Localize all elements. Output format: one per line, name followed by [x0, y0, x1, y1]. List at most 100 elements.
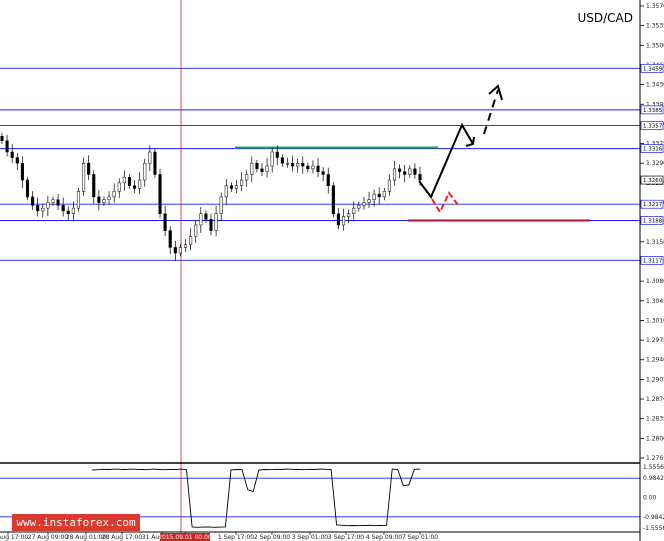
- candle-body: [392, 168, 397, 181]
- candle-body: [321, 171, 325, 175]
- price-tick-label: 1.3045: [646, 298, 664, 305]
- price-chart[interactable]: 1.35701.35351.35001.34651.34301.33951.33…: [0, 0, 664, 541]
- price-tick-label: 1.3430: [646, 82, 664, 89]
- candle-body: [403, 171, 407, 175]
- candle-body: [61, 205, 65, 212]
- candle-body: [46, 202, 50, 209]
- price-tick-label: 1.2870: [646, 396, 664, 403]
- candle-body: [31, 196, 35, 206]
- candle-body: [352, 207, 356, 215]
- time-tick-label: 28 Aug 01:00: [66, 534, 107, 541]
- price-tick-label: 1.3080: [646, 278, 664, 285]
- candle-body: [189, 235, 193, 245]
- candle-body: [372, 193, 376, 200]
- price-tick-label: 1.2835: [646, 416, 664, 423]
- indicator-tick-label: 0.9842: [643, 475, 664, 482]
- candle-body: [316, 165, 320, 172]
- candle-body: [377, 193, 381, 198]
- candle-body: [163, 213, 167, 231]
- candle-body: [92, 174, 96, 198]
- candle-body: [413, 168, 417, 175]
- candle-body: [306, 165, 310, 170]
- candle-body: [260, 168, 264, 172]
- time-axis: 26 Aug 17:0027 Aug 09:0028 Aug 01:0028 A…: [0, 532, 438, 541]
- level-price-label: 1.3188: [643, 218, 663, 224]
- time-tick-label: 3 Sep 17:00: [328, 534, 364, 541]
- level-price-label: 1.3217: [643, 202, 663, 208]
- level-price-label: 1.3459: [643, 66, 663, 72]
- candle-body: [418, 174, 422, 181]
- candle-body: [387, 179, 391, 192]
- time-tick-label: 28 Aug 17:00: [102, 534, 143, 541]
- indicator-tick-label: -0.9842: [643, 514, 664, 521]
- candle-body: [234, 185, 239, 189]
- candle-body: [194, 224, 198, 237]
- candle-body: [270, 151, 274, 167]
- time-tick-label: 7 Sep 01:00: [402, 534, 438, 541]
- candle-body: [347, 213, 351, 217]
- candle-body: [112, 191, 116, 198]
- candle-body: [240, 179, 244, 186]
- candle-body: [382, 191, 386, 198]
- price-tick-label: 1.3570: [646, 3, 664, 10]
- candle-body: [148, 151, 152, 164]
- candle-body: [158, 174, 162, 215]
- watermark: [ www.instaforex.com ]: [3, 514, 149, 531]
- candle-body: [326, 174, 330, 186]
- current-price-label: 1.3260: [643, 178, 663, 184]
- level-price-label: 1.3117: [643, 258, 663, 264]
- candle-body: [143, 162, 147, 181]
- candle-body: [66, 210, 70, 215]
- candle-body: [214, 213, 218, 231]
- candle-body: [107, 196, 111, 200]
- candle-body: [209, 219, 213, 231]
- price-tick-label: 1.3150: [646, 239, 664, 246]
- price-tick-label: 1.2975: [646, 337, 664, 344]
- candle-body: [301, 162, 305, 167]
- candle-body: [41, 207, 45, 212]
- time-tick-label: 27 Aug 09:00: [28, 534, 69, 541]
- level-price-label: 1.3357: [643, 124, 663, 130]
- candle-body: [138, 179, 142, 189]
- level-price-label: 1.3385: [643, 108, 663, 114]
- candle-body: [331, 185, 335, 215]
- candle-body: [71, 207, 75, 215]
- time-tick-label: 3 Sep 01:00: [292, 534, 328, 541]
- candle-body: [132, 185, 137, 189]
- indicator-tick-label: 0.00: [643, 495, 657, 502]
- candle-body: [296, 162, 300, 167]
- candle-body: [56, 199, 60, 206]
- candle-body: [87, 162, 91, 175]
- candle-body: [199, 213, 203, 226]
- candle-body: [51, 199, 55, 203]
- candle-body: [275, 151, 279, 158]
- candle-body: [10, 151, 14, 158]
- candle-body: [229, 185, 233, 189]
- candle-body: [367, 199, 371, 203]
- watermark-text: [ www.instaforex.com ]: [3, 516, 149, 529]
- candle-body: [219, 196, 223, 215]
- candle-body: [25, 179, 30, 198]
- candle-body: [82, 162, 86, 192]
- time-tick-label: 26 Aug 17:00: [0, 534, 28, 541]
- indicator-tick-label: 1.5556: [643, 464, 664, 471]
- candle-body: [311, 165, 315, 170]
- time-tick-label: 1 Sep 17:00: [218, 534, 254, 541]
- candle-body: [122, 177, 126, 184]
- price-tick-label: 1.2940: [646, 357, 664, 364]
- candle-body: [357, 205, 361, 209]
- candle-body: [173, 247, 177, 254]
- candle-body: [20, 162, 24, 181]
- candle-body: [245, 174, 249, 181]
- candle-body: [204, 213, 208, 220]
- candle-body: [291, 162, 295, 167]
- candle-body: [285, 162, 290, 165]
- time-tick-label: 4 Sep 09:00: [366, 534, 402, 541]
- time-tick-label: 2 Sep 09:00: [254, 534, 290, 541]
- candle-body: [97, 196, 101, 203]
- highlight-time-label: 2015.09.01 00:00: [158, 534, 212, 541]
- candle-body: [5, 140, 9, 153]
- chart-background: [0, 0, 664, 541]
- candle-body: [255, 162, 259, 170]
- candle-body: [341, 216, 346, 226]
